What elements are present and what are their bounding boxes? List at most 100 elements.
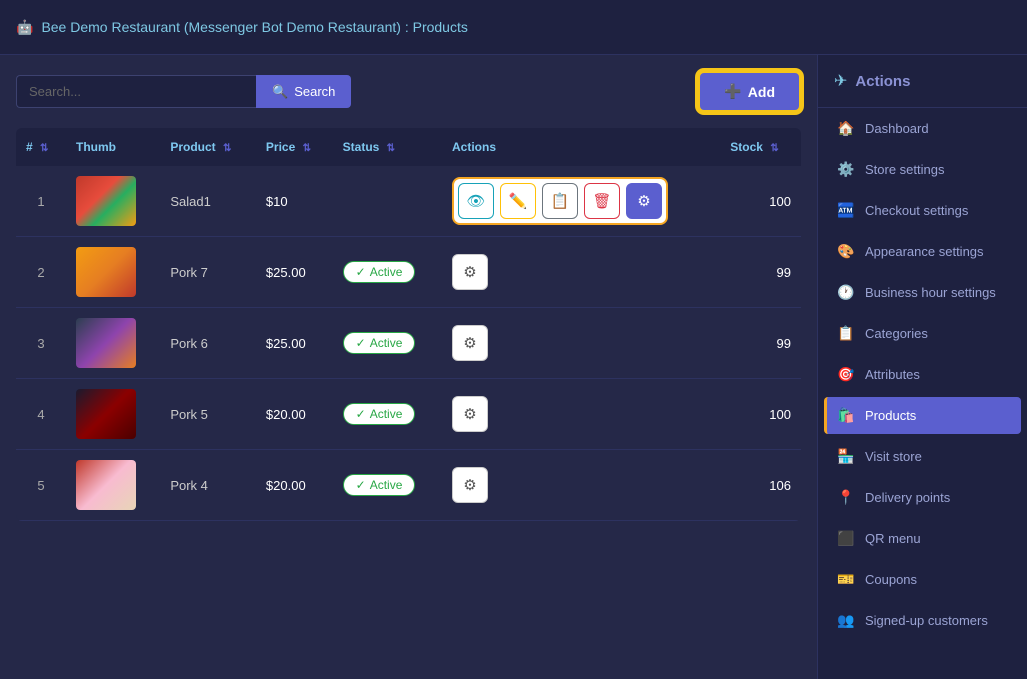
search-label: Search: [294, 84, 335, 99]
store-settings-icon: ⚙️: [837, 161, 855, 178]
table-row: 2 Pork 7 $25.00 ✓ Active: [16, 237, 801, 308]
qr-menu-icon: ⬛: [837, 530, 855, 547]
sidebar-label-delivery-points: Delivery points: [865, 490, 950, 505]
search-button[interactable]: 🔍 Search: [256, 75, 351, 108]
product-thumb: [76, 389, 136, 439]
product-thumb: [76, 318, 136, 368]
cell-stock: 106: [720, 450, 801, 521]
add-label: Add: [748, 84, 775, 100]
sidebar-item-products[interactable]: 🛍️ Products: [824, 397, 1021, 434]
products-table: # ⇅ Thumb Product ⇅ Price ⇅ Status ⇅ Act…: [16, 128, 801, 521]
settings-button[interactable]: ⚙: [452, 467, 488, 503]
dashboard-icon: 🏠: [837, 120, 855, 137]
main-content: 🔍 Search ➕ Add # ⇅ Thumb Product ⇅ Price…: [0, 55, 817, 679]
cell-actions: 👁 ✏️ 📋 🗑 ⚙: [442, 166, 720, 237]
sort-icon-num[interactable]: ⇅: [40, 143, 48, 154]
sidebar-item-dashboard[interactable]: 🏠 Dashboard: [818, 108, 1027, 149]
search-icon: 🔍: [272, 84, 288, 100]
cell-stock: 99: [720, 237, 801, 308]
cell-stock: 99: [720, 308, 801, 379]
products-icon: 🛍️: [837, 407, 855, 424]
sidebar-label-visit-store: Visit store: [865, 449, 922, 464]
status-label: Active: [370, 336, 403, 350]
checkout-settings-icon: 🏧: [837, 202, 855, 219]
actions-icon: ✈: [834, 71, 847, 91]
sort-icon-stock[interactable]: ⇅: [770, 143, 778, 154]
sidebar-header-title: Actions: [855, 73, 910, 90]
table-header-row: # ⇅ Thumb Product ⇅ Price ⇅ Status ⇅ Act…: [16, 128, 801, 166]
cell-actions: ⚙: [442, 237, 720, 308]
cell-stock: 100: [720, 379, 801, 450]
sidebar-label-signed-up-customers: Signed-up customers: [865, 613, 988, 628]
sidebar-item-categories[interactable]: 📋 Categories: [818, 313, 1027, 354]
table-row: 5 Pork 4 $20.00 ✓ Active: [16, 450, 801, 521]
table-row: 1 Salad1 $10 👁 ✏️: [16, 166, 801, 237]
status-label: Active: [370, 478, 403, 492]
sidebar-label-checkout-settings: Checkout settings: [865, 203, 968, 218]
copy-button[interactable]: 📋: [542, 183, 578, 219]
sort-icon-price[interactable]: ⇅: [303, 143, 311, 154]
add-button[interactable]: ➕ Add: [698, 71, 801, 112]
settings-button[interactable]: ⚙: [452, 254, 488, 290]
edit-button[interactable]: ✏️: [500, 183, 536, 219]
cell-num: 5: [16, 450, 66, 521]
signed-up-customers-icon: 👥: [837, 612, 855, 629]
check-icon: ✓: [356, 478, 366, 492]
cell-actions: ⚙: [442, 308, 720, 379]
sidebar-item-signed-up-customers[interactable]: 👥 Signed-up customers: [818, 600, 1027, 641]
check-icon: ✓: [356, 336, 366, 350]
layout: 🔍 Search ➕ Add # ⇅ Thumb Product ⇅ Price…: [0, 55, 1027, 679]
cell-num: 3: [16, 308, 66, 379]
col-stock: Stock ⇅: [720, 128, 801, 166]
cell-status: ✓ Active: [333, 450, 442, 521]
cell-thumb: [66, 308, 160, 379]
cell-price: $20.00: [256, 450, 333, 521]
cell-thumb: [66, 166, 160, 237]
delete-button[interactable]: 🗑: [584, 183, 620, 219]
settings-button[interactable]: ⚙: [452, 396, 488, 432]
cell-price: $20.00: [256, 379, 333, 450]
sidebar-item-business-hour-settings[interactable]: 🕐 Business hour settings: [818, 272, 1027, 313]
business-hour-settings-icon: 🕐: [837, 284, 855, 301]
search-group: 🔍 Search: [16, 75, 351, 108]
status-badge: ✓ Active: [343, 261, 416, 283]
col-price: Price ⇅: [256, 128, 333, 166]
sidebar-item-appearance-settings[interactable]: 🎨 Appearance settings: [818, 231, 1027, 272]
sidebar-label-store-settings: Store settings: [865, 162, 945, 177]
sidebar-item-visit-store[interactable]: 🏪 Visit store: [818, 436, 1027, 477]
sidebar-label-qr-menu: QR menu: [865, 531, 921, 546]
appearance-settings-icon: 🎨: [837, 243, 855, 260]
sidebar-item-checkout-settings[interactable]: 🏧 Checkout settings: [818, 190, 1027, 231]
sidebar-label-attributes: Attributes: [865, 367, 920, 382]
col-status: Status ⇅: [333, 128, 442, 166]
toolbar: 🔍 Search ➕ Add: [16, 71, 801, 112]
search-input[interactable]: [16, 75, 256, 108]
cell-product: Salad1: [160, 166, 256, 237]
settings-button-row1[interactable]: ⚙: [626, 183, 662, 219]
add-icon: ➕: [724, 83, 741, 100]
view-button[interactable]: 👁: [458, 183, 494, 219]
sidebar-item-coupons[interactable]: 🎫 Coupons: [818, 559, 1027, 600]
sidebar-item-attributes[interactable]: 🎯 Attributes: [818, 354, 1027, 395]
status-badge: ✓ Active: [343, 474, 416, 496]
product-thumb: [76, 460, 136, 510]
sidebar-item-qr-menu[interactable]: ⬛ QR menu: [818, 518, 1027, 559]
product-thumb: [76, 176, 136, 226]
cell-status: ✓ Active: [333, 379, 442, 450]
categories-icon: 📋: [837, 325, 855, 342]
cell-actions: ⚙: [442, 450, 720, 521]
sidebar-label-coupons: Coupons: [865, 572, 917, 587]
cell-status: ✓ Active: [333, 308, 442, 379]
cell-product: Pork 7: [160, 237, 256, 308]
sidebar-item-store-settings[interactable]: ⚙️ Store settings: [818, 149, 1027, 190]
sidebar-label-business-hour-settings: Business hour settings: [865, 285, 996, 300]
sort-icon-product[interactable]: ⇅: [223, 143, 231, 154]
sidebar-label-dashboard: Dashboard: [865, 121, 929, 136]
status-badge: ✓ Active: [343, 403, 416, 425]
settings-button[interactable]: ⚙: [452, 325, 488, 361]
sidebar-item-delivery-points[interactable]: 📍 Delivery points: [818, 477, 1027, 518]
table-row: 4 Pork 5 $20.00 ✓ Active: [16, 379, 801, 450]
cell-price: $25.00: [256, 237, 333, 308]
sort-icon-status[interactable]: ⇅: [387, 143, 395, 154]
cell-actions: ⚙: [442, 379, 720, 450]
